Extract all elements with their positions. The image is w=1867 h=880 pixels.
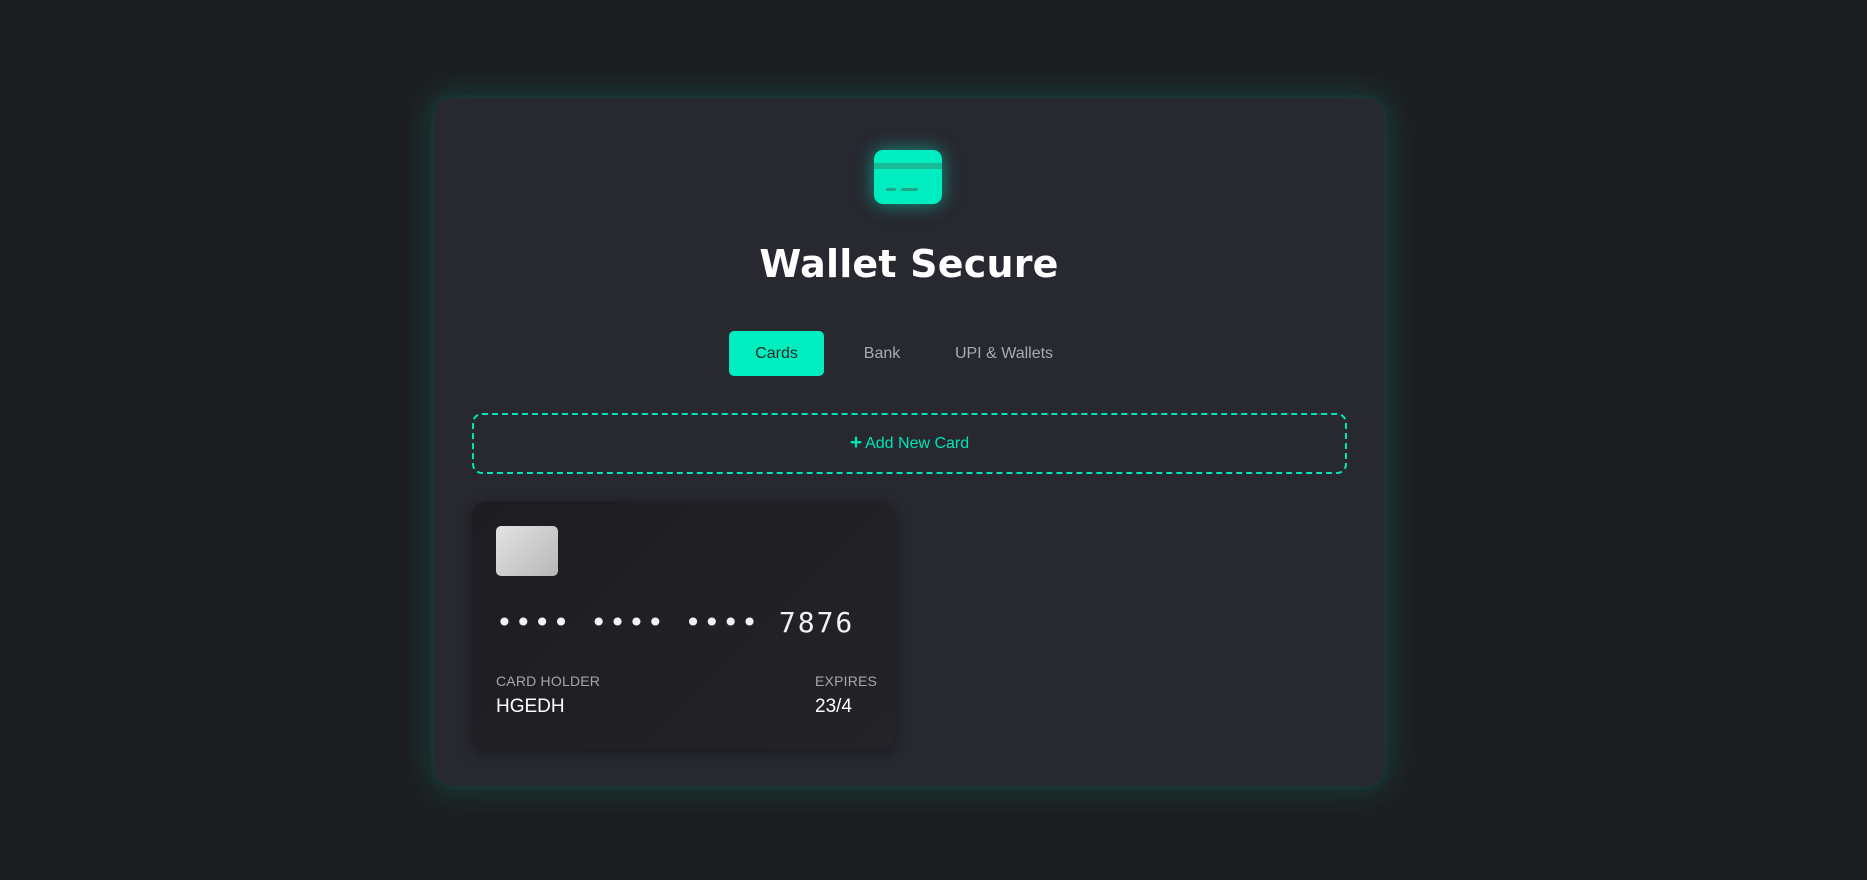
expires-value: 23/4 — [815, 696, 852, 717]
card-holder-label: CARD HOLDER — [496, 673, 601, 689]
credit-card-icon — [874, 150, 942, 204]
add-new-card-button[interactable]: + Add New Card — [472, 413, 1347, 474]
wallet-panel: Wallet Secure Cards Bank UPI & Wallets +… — [434, 98, 1384, 786]
tab-bank[interactable]: Bank — [842, 331, 922, 376]
expires-label: EXPIRES — [815, 673, 878, 689]
page-title: Wallet Secure — [759, 242, 1059, 286]
card-chip-icon — [496, 526, 558, 576]
card-holder-name: HGEDH — [496, 696, 565, 717]
tab-bar: Cards Bank UPI & Wallets — [434, 331, 1384, 376]
tab-cards[interactable]: Cards — [729, 331, 824, 376]
plus-icon: + — [849, 431, 863, 454]
tab-upi-wallets[interactable]: UPI & Wallets — [939, 331, 1069, 376]
add-new-card-label: Add New Card — [865, 434, 970, 452]
card-number: •••• •••• •••• 7876 — [496, 606, 855, 639]
saved-card[interactable]: •••• •••• •••• 7876 CARD HOLDER HGEDH EX… — [472, 501, 895, 749]
